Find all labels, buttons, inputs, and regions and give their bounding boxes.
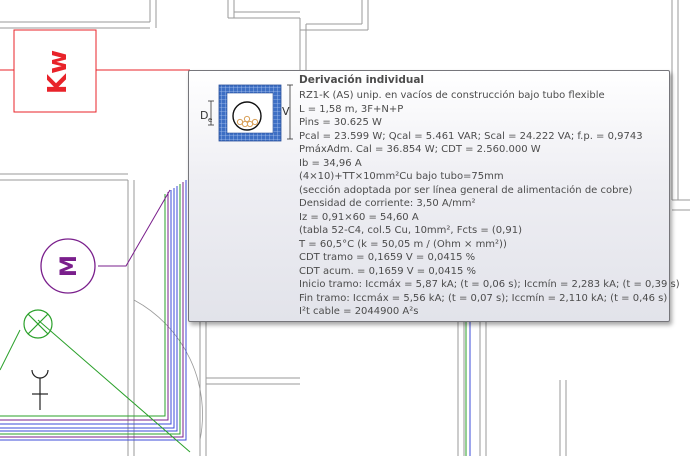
panel-kw-label: Kw bbox=[43, 50, 73, 94]
diameter-subscript: e bbox=[208, 116, 212, 124]
socket-symbol[interactable] bbox=[31, 369, 49, 410]
electrical-panel[interactable]: Kw bbox=[0, 29, 190, 113]
tooltip-line: T = 60,5°C (k = 50,05 m / (Ohm × mm²)) bbox=[299, 238, 507, 250]
tooltip-line: (tabla 52-C4, col.5 Cu, 10mm², Fcts = (0… bbox=[299, 225, 522, 236]
height-label: V bbox=[282, 105, 290, 118]
tooltip-line: Ib = 34,96 A bbox=[299, 157, 362, 169]
tooltip-line: Inicio tramo: Iccmáx = 5,87 kA; (t = 0,0… bbox=[299, 279, 680, 290]
lamp-symbol[interactable] bbox=[23, 309, 53, 339]
tooltip-line: L = 1,58 m, 3F+N+P bbox=[299, 103, 404, 115]
tooltip-line: CDT acum. = 0,1659 V = 0,0415 % bbox=[299, 265, 477, 277]
tooltip-line: CDT tramo = 0,1659 V = 0,0415 % bbox=[299, 252, 476, 263]
motor-m-label: M bbox=[57, 255, 82, 277]
tooltip-line: (4×10)+TT×10mm²Cu bajo tubo=75mm bbox=[299, 171, 504, 182]
tooltip-title: Derivación individual bbox=[299, 74, 425, 86]
tooltip-line: Fin tramo: Iccmáx = 5,56 kA; (t = 0,07 s… bbox=[299, 292, 668, 304]
tooltip-line: Pcal = 23.599 W; Qcal = 5.461 VAR; Scal … bbox=[299, 130, 643, 142]
cable-section-icon: D e V bbox=[200, 84, 293, 142]
motor-symbol[interactable]: M bbox=[40, 238, 96, 294]
tooltip-line: PmáxAdm. Cal = 36.854 W; CDT = 2.560.000… bbox=[299, 144, 541, 155]
tooltip-line: Densidad de corriente: 3,50 A/mm² bbox=[299, 198, 476, 209]
tooltip-line: (sección adoptada por ser línea general … bbox=[299, 184, 633, 196]
tooltip-line: I²t cable = 2044900 A²s bbox=[299, 306, 419, 317]
cable-info-tooltip: D e V Derivación individual RZ1-K (AS) u… bbox=[188, 70, 680, 322]
tooltip-details: RZ1-K (AS) unip. en vacíos de construcci… bbox=[299, 89, 680, 319]
tooltip-line: Pins = 30.625 W bbox=[299, 117, 382, 128]
tooltip-line: RZ1-K (AS) unip. en vacíos de construcci… bbox=[299, 90, 605, 101]
tooltip-line: Iz = 0,91×60 = 54,60 A bbox=[299, 211, 419, 223]
